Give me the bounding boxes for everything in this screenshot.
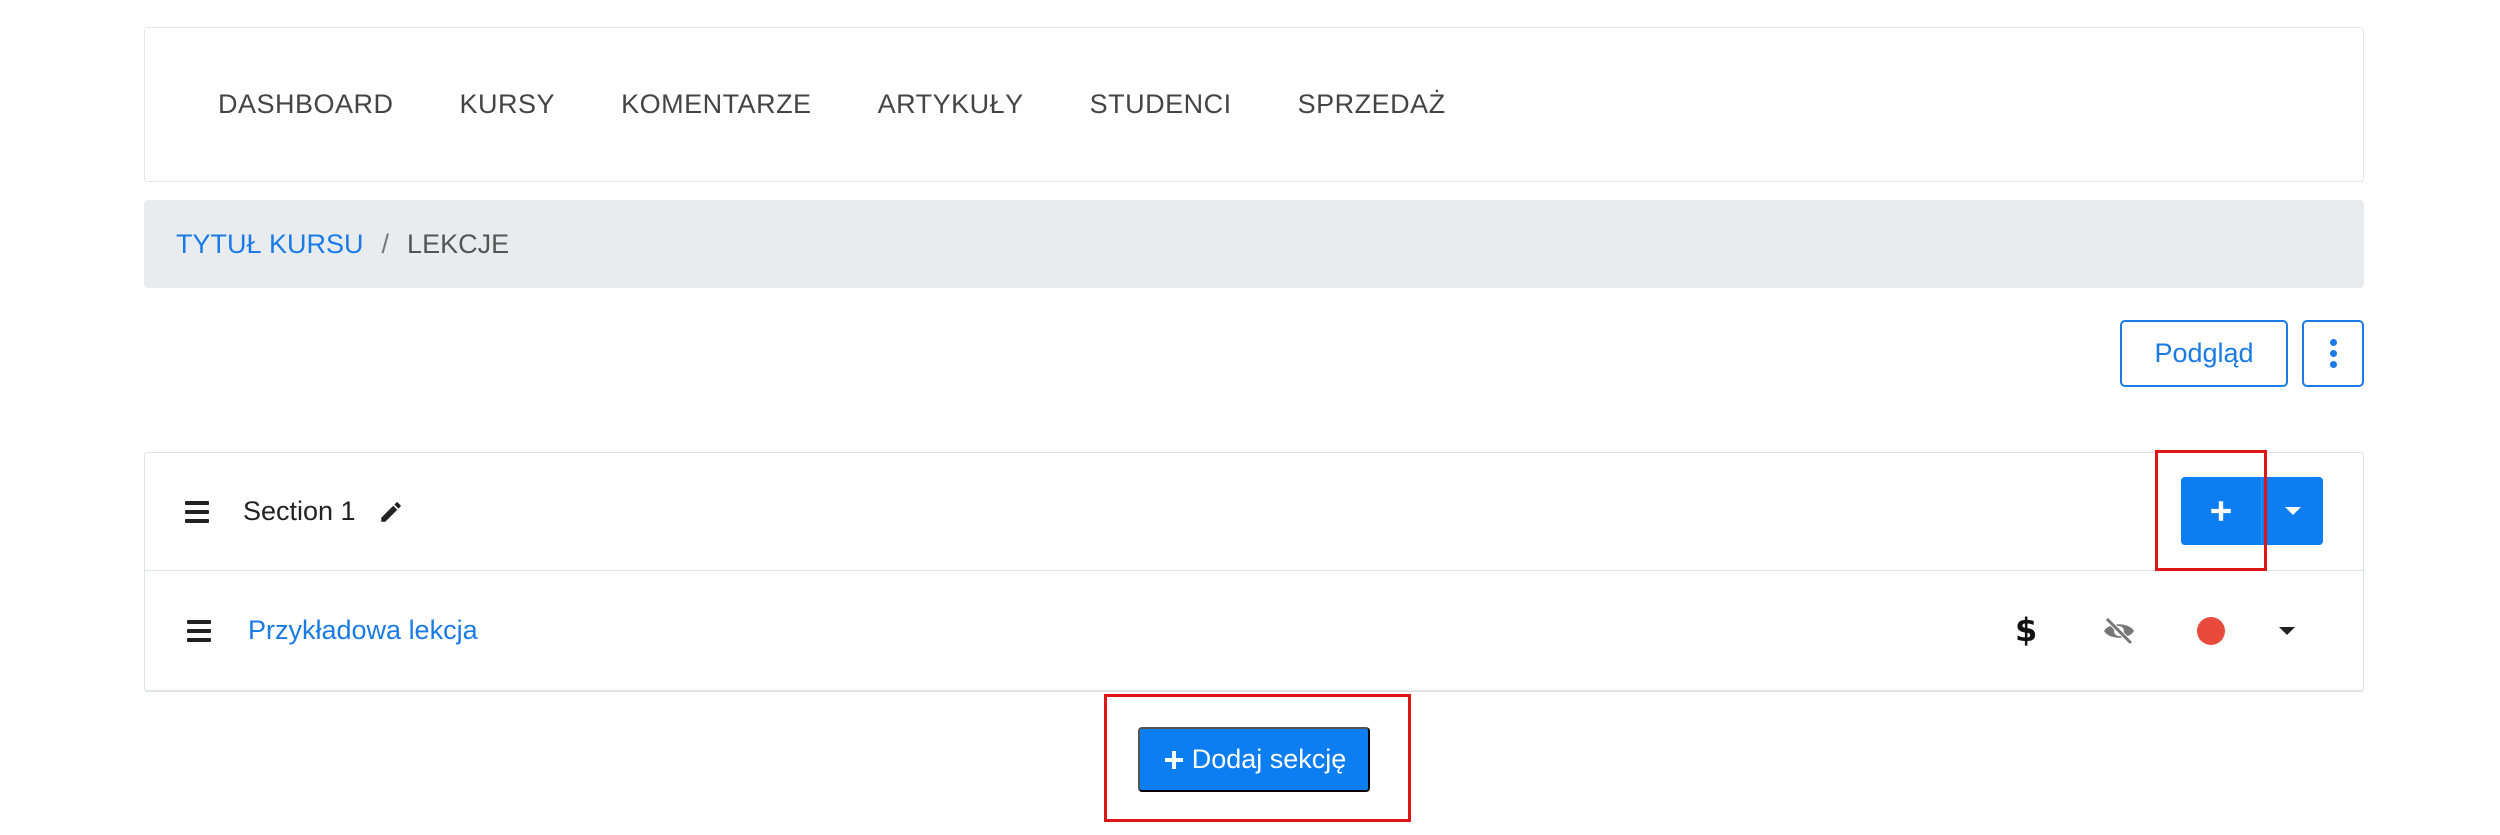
caret-down-icon xyxy=(2284,507,2301,515)
add-lesson-split-button xyxy=(2181,477,2323,545)
top-navigation: DASHBOARD KURSY KOMENTARZE ARTYKUŁY STUD… xyxy=(144,27,2364,182)
section-card: Section 1 Przykładowa lekcja $ xyxy=(144,452,2364,692)
section-drag-hamburger-icon[interactable] xyxy=(185,500,209,523)
dollar-icon[interactable]: $ xyxy=(2015,611,2037,649)
breadcrumb-current: LEKCJE xyxy=(407,228,510,259)
nav-studenci[interactable]: STUDENCI xyxy=(1090,89,1232,120)
lesson-drag-hamburger-icon[interactable] xyxy=(187,619,211,642)
lesson-title-link[interactable]: Przykładowa lekcja xyxy=(248,615,478,646)
lesson-row: Przykładowa lekcja $ xyxy=(145,571,2363,691)
plus-icon xyxy=(2211,501,2231,521)
breadcrumb-separator: / xyxy=(381,228,390,259)
breadcrumb-course-link[interactable]: TYTUŁ KURSU xyxy=(176,229,364,260)
pencil-icon[interactable] xyxy=(378,499,404,525)
preview-button[interactable]: Podgląd xyxy=(2120,320,2288,387)
add-lesson-button[interactable] xyxy=(2181,477,2261,545)
eye-slash-icon[interactable] xyxy=(2101,615,2137,652)
section-title: Section 1 xyxy=(243,496,356,526)
section-header: Section 1 xyxy=(145,453,2363,571)
add-section-label: Dodaj sekcję xyxy=(1191,744,1347,774)
lesson-caret-down-icon[interactable] xyxy=(2279,627,2295,635)
more-options-button[interactable] xyxy=(2302,320,2364,387)
status-dot-icon[interactable] xyxy=(2197,617,2225,645)
nav-dashboard[interactable]: DASHBOARD xyxy=(218,89,394,120)
nav-komentarze[interactable]: KOMENTARZE xyxy=(621,89,812,120)
kebab-vertical-icon xyxy=(2329,339,2337,368)
add-lesson-dropdown-toggle[interactable] xyxy=(2261,477,2323,545)
nav-artykuly[interactable]: ARTYKUŁY xyxy=(878,89,1024,120)
nav-kursy[interactable]: KURSY xyxy=(460,89,556,120)
breadcrumb: TYTUŁ KURSU / LEKCJE xyxy=(144,200,2364,288)
nav-sprzedaz[interactable]: SPRZEDAŻ xyxy=(1298,89,1446,120)
add-section-button[interactable]: Dodaj sekcję xyxy=(1138,727,1370,792)
plus-icon xyxy=(1164,750,1183,769)
